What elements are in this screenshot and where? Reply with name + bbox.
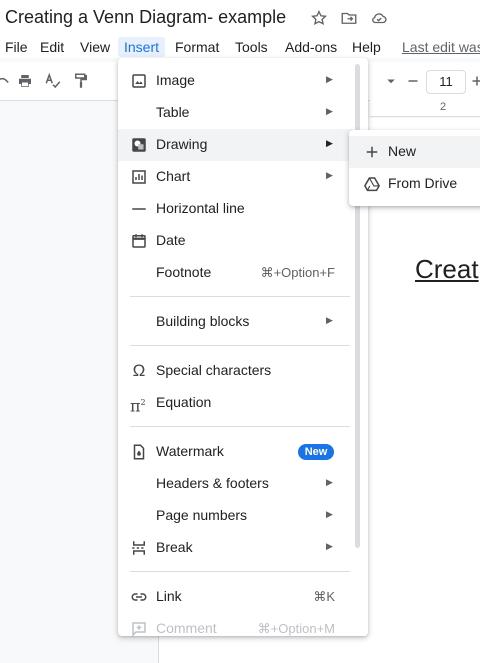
watermark-label: Watermark: [156, 443, 224, 459]
horizontal-line-icon: [130, 200, 148, 218]
link-label: Link: [156, 588, 182, 604]
increase-font-size-icon[interactable]: [468, 72, 480, 90]
drawing-icon: [130, 136, 148, 154]
title-bar: Creating a Venn Diagram- example: [0, 0, 480, 36]
insert-headers-footers-item[interactable]: Headers & footers ▶: [118, 468, 353, 500]
menu-help[interactable]: Help: [352, 37, 381, 57]
menu-insert[interactable]: Insert: [118, 37, 166, 57]
ruler: 2: [370, 100, 480, 117]
insert-watermark-item[interactable]: Watermark New: [118, 436, 353, 468]
image-icon: [130, 72, 148, 90]
submenu-arrow-icon: ▶: [326, 477, 333, 487]
star-icon[interactable]: [310, 9, 328, 27]
menu-divider: [130, 296, 350, 297]
watermark-icon: [130, 443, 148, 461]
insert-menu: Image ▶ Table ▶ Drawing ▶ Chart ▶ Horizo…: [118, 58, 368, 636]
break-icon: [130, 539, 148, 557]
document-heading: Creat: [415, 254, 479, 284]
page-numbers-label: Page numbers: [156, 507, 248, 523]
chart-icon: [130, 168, 148, 186]
plus-icon: [363, 143, 381, 161]
omega-icon: Ω: [132, 361, 146, 380]
building-blocks-label: Building blocks: [156, 313, 250, 329]
menu-divider: [130, 571, 350, 572]
menu-tools[interactable]: Tools: [235, 37, 268, 57]
special-characters-label: Special characters: [156, 362, 272, 378]
spellcheck-icon[interactable]: [44, 72, 62, 90]
date-label: Date: [156, 232, 186, 248]
menu-file[interactable]: File: [5, 37, 28, 57]
pi-icon: π2: [130, 396, 146, 416]
decrease-font-size-icon[interactable]: [404, 72, 422, 90]
font-size-input[interactable]: 11: [426, 70, 466, 94]
dropdown-arrow-icon[interactable]: [382, 72, 400, 90]
drawing-submenu: New From Drive: [349, 130, 480, 206]
drawing-new-item[interactable]: New: [349, 136, 480, 168]
insert-break-item[interactable]: Break ▶: [118, 532, 353, 564]
insert-footnote-item[interactable]: Footnote ⌘+Option+F: [118, 257, 353, 289]
table-label: Table: [156, 104, 190, 120]
move-to-folder-icon[interactable]: [340, 9, 358, 27]
submenu-arrow-icon: ▶: [326, 74, 333, 84]
print-icon[interactable]: [16, 72, 34, 90]
menu-divider: [130, 426, 350, 427]
insert-comment-item[interactable]: Comment ⌘+Option+M: [118, 613, 353, 636]
insert-link-item[interactable]: Link ⌘K: [118, 581, 353, 613]
menu-view[interactable]: View: [80, 37, 110, 57]
comment-icon: [130, 620, 148, 636]
new-label: New: [388, 143, 417, 159]
insert-page-numbers-item[interactable]: Page numbers ▶: [118, 500, 353, 532]
submenu-arrow-icon: ▶: [326, 106, 333, 116]
submenu-arrow-icon: ▶: [326, 509, 333, 519]
menu-add-ons[interactable]: Add-ons: [285, 37, 337, 57]
insert-building-blocks-item[interactable]: Building blocks ▶: [118, 306, 353, 338]
break-label: Break: [156, 539, 193, 555]
menu-edit[interactable]: Edit: [40, 37, 64, 57]
insert-drawing-item[interactable]: Drawing ▶: [118, 129, 353, 161]
insert-horizontal-line-item[interactable]: Horizontal line: [118, 193, 353, 225]
submenu-arrow-icon: ▶: [326, 315, 333, 325]
comment-label: Comment: [156, 620, 217, 636]
equation-label: Equation: [156, 394, 212, 410]
insert-date-item[interactable]: Date: [118, 225, 353, 257]
ruler-mark: 2: [440, 101, 447, 113]
drawing-label: Drawing: [156, 136, 208, 152]
cloud-saved-icon[interactable]: [370, 9, 388, 27]
menu-format[interactable]: Format: [175, 37, 219, 57]
footnote-label: Footnote: [156, 264, 212, 280]
headers-footers-label: Headers & footers: [156, 475, 269, 491]
horizontal-line-label: Horizontal line: [156, 200, 245, 216]
from-drive-label: From Drive: [388, 175, 458, 191]
link-icon: [130, 588, 148, 606]
insert-chart-item[interactable]: Chart ▶: [118, 161, 353, 193]
menu-divider: [130, 345, 350, 346]
link-shortcut: ⌘K: [313, 589, 335, 604]
paint-format-icon[interactable]: [72, 72, 90, 90]
document-title[interactable]: Creating a Venn Diagram- example: [5, 7, 286, 28]
new-badge: New: [298, 444, 334, 460]
redo-icon[interactable]: [0, 72, 12, 90]
submenu-arrow-icon: ▶: [326, 138, 333, 148]
drive-icon: [363, 175, 381, 193]
calendar-icon: [130, 232, 148, 250]
insert-image-item[interactable]: Image ▶: [118, 65, 353, 97]
menu-bar: File Edit View Insert Format Tools Add-o…: [0, 34, 480, 58]
drawing-from-drive-item[interactable]: From Drive: [349, 168, 480, 200]
insert-table-item[interactable]: Table ▶: [118, 97, 353, 129]
chart-label: Chart: [156, 168, 191, 184]
footnote-shortcut: ⌘+Option+F: [260, 265, 335, 280]
last-edit-link[interactable]: Last edit was: [402, 37, 480, 57]
submenu-arrow-icon: ▶: [326, 170, 333, 180]
insert-special-characters-item[interactable]: Ω Special characters: [118, 355, 353, 387]
insert-equation-item[interactable]: π2 Equation: [118, 387, 353, 419]
submenu-arrow-icon: ▶: [326, 541, 333, 551]
image-label: Image: [156, 72, 195, 88]
comment-shortcut: ⌘+Option+M: [257, 621, 335, 636]
